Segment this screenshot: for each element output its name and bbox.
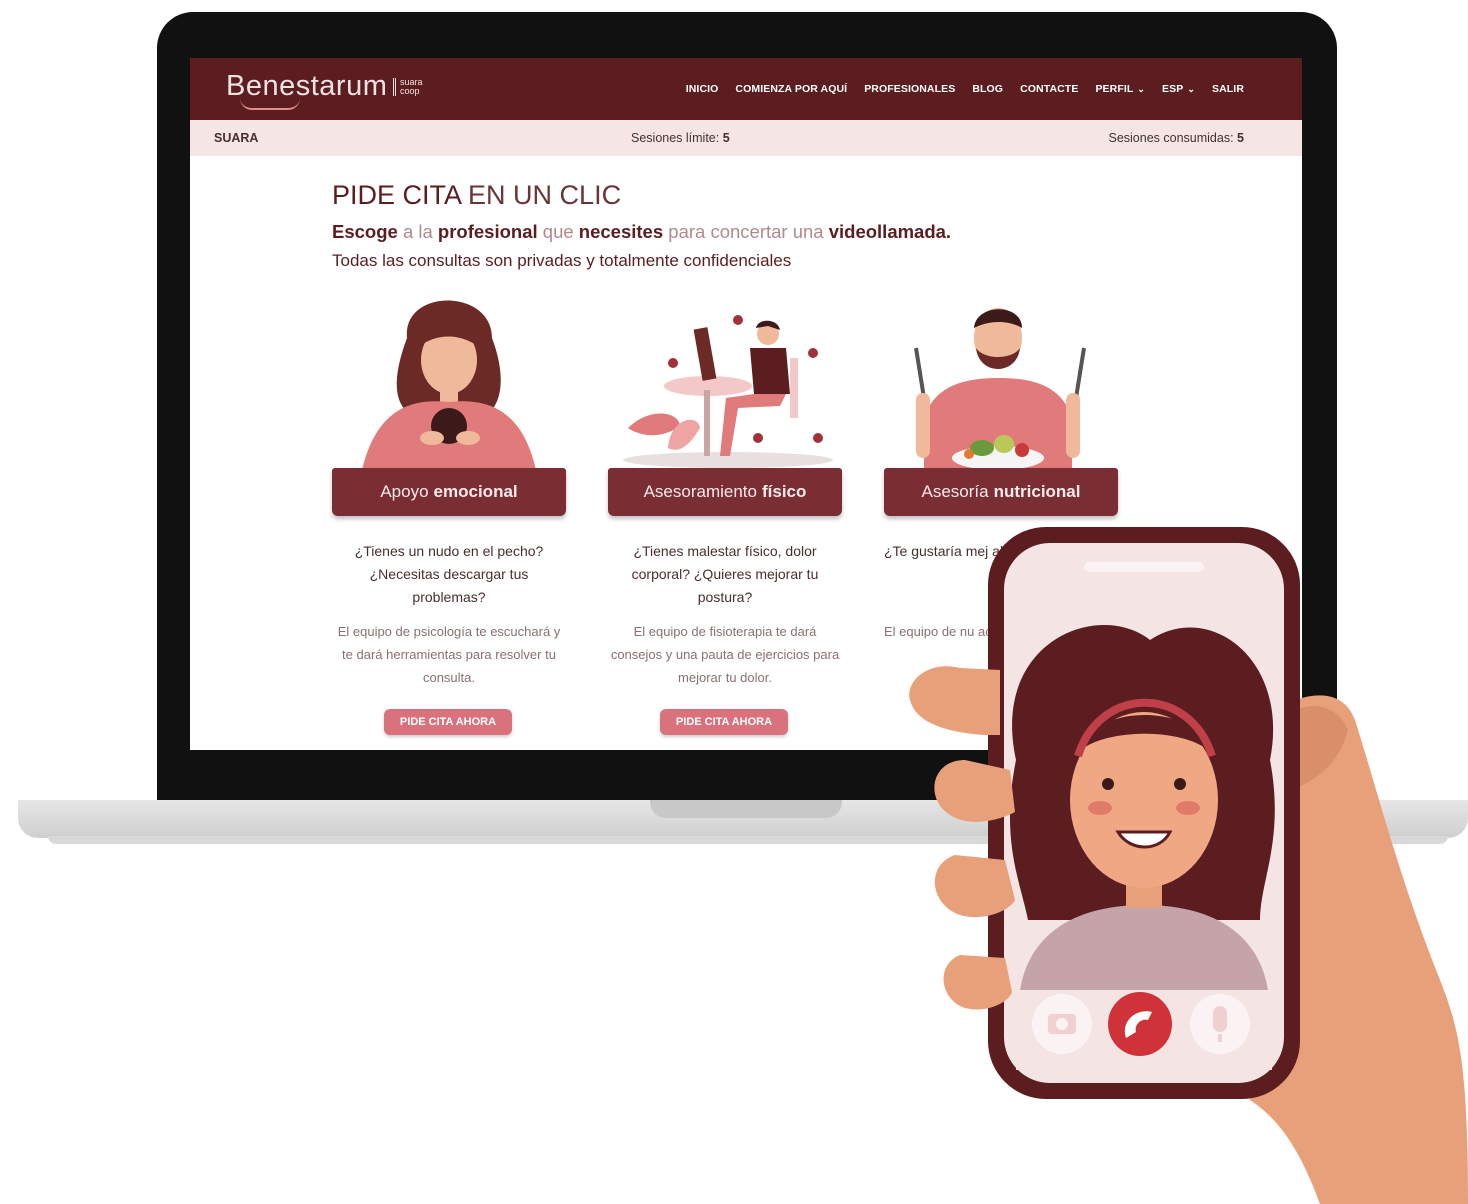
card-question: ¿Te gustaría mej alime xyxy=(884,543,1026,559)
card-question: ¿Tienes malestar físico, dolor corporal?… xyxy=(631,543,819,605)
finger-4 xyxy=(943,955,1012,1010)
page-note: Todas las consultas son privadas y total… xyxy=(332,251,792,270)
logo-suara-coop: suara coop xyxy=(393,78,423,96)
laptop-notch xyxy=(650,800,842,818)
camera-icon[interactable] xyxy=(1032,994,1092,1054)
nav-menu: INICIO COMIENZA POR AQUÍ PROFESIONALES B… xyxy=(686,58,1244,120)
microphone-icon[interactable] xyxy=(1190,994,1250,1054)
card-description: El equipo de nu aconsejará y procesc xyxy=(884,624,1101,639)
sessions-limit: Sesiones límite: 5 xyxy=(631,131,730,145)
nav-item-perfil-label: PERFIL xyxy=(1095,83,1134,95)
nav-item-inicio[interactable]: INICIO xyxy=(686,83,719,95)
card-title-tab[interactable]: Asesoramiento físico xyxy=(608,468,842,516)
call-controls-bar xyxy=(1016,990,1272,1070)
sessions-consumed: Sesiones consumidas: 5 xyxy=(1108,131,1244,145)
card-question: ¿Tienes un nudo en el pecho? ¿Necesitas … xyxy=(354,543,544,605)
nav-item-profesionales[interactable]: PROFESIONALES xyxy=(864,83,955,95)
nav-item-language-label: ESP xyxy=(1162,83,1184,95)
chevron-down-icon: ⌄ xyxy=(1187,84,1195,94)
card-title-tab[interactable]: Asesoría nutricional xyxy=(884,468,1118,516)
nav-item-salir[interactable]: SALIR xyxy=(1212,83,1244,95)
card-description: El equipo de psicología te escuchará y t… xyxy=(337,624,561,685)
organization-name: SUARA xyxy=(214,131,259,145)
book-appointment-button[interactable]: PIDE CITA AHORA xyxy=(384,709,512,735)
woman-stress-illustration xyxy=(362,300,536,470)
chevron-down-icon: ⌄ xyxy=(1137,84,1146,94)
finger-3 xyxy=(934,855,1015,918)
nav-item-contacte[interactable]: CONTACTE xyxy=(1020,83,1078,95)
page-subtitle: Escoge a la profesional que necesites pa… xyxy=(332,221,952,242)
laptop-screen: Benestarum suara coop INICIO COMIENZA POR… xyxy=(190,58,1302,750)
card-title-tab[interactable]: Apoyo emocional xyxy=(332,468,566,516)
nav-item-comienza[interactable]: COMIENZA POR AQUÍ xyxy=(735,83,847,95)
hang-up-icon[interactable] xyxy=(1108,992,1172,1056)
caller-shirt xyxy=(1020,905,1268,1000)
nav-item-perfil[interactable]: PERFIL ⌄ xyxy=(1095,83,1145,95)
book-appointment-button[interactable]: PIDE CITA AHORA xyxy=(660,709,788,735)
laptop-base-shadow xyxy=(48,836,1448,844)
man-eating-illustration xyxy=(914,308,1086,470)
desk-posture-illustration xyxy=(623,315,833,468)
logo-smile-mark xyxy=(240,98,300,110)
nav-item-language[interactable]: ESP ⌄ xyxy=(1162,83,1195,95)
nav-item-blog[interactable]: BLOG xyxy=(972,83,1003,95)
card-description: El equipo de fisioterapia te dará consej… xyxy=(610,624,840,685)
session-bar: SUARA Sesiones límite: 5 Sesiones consum… xyxy=(190,120,1302,156)
top-navigation: Benestarum suara coop INICIO COMIENZA POR… xyxy=(190,58,1302,120)
page-title: PIDE CITA EN UN CLIC xyxy=(332,180,622,210)
caller-neck xyxy=(1126,860,1162,908)
